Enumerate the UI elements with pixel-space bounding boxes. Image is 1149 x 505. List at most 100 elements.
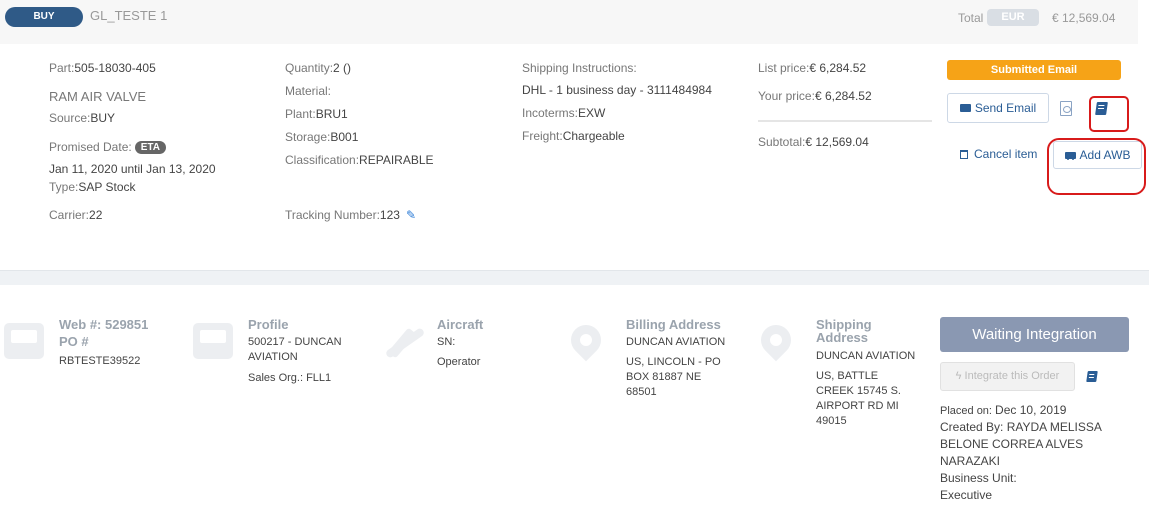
classification: Classification:REPAIRABLE bbox=[285, 153, 434, 167]
billing-line-2: US, LINCOLN - PO bbox=[626, 356, 721, 368]
highlight-box-book bbox=[1089, 96, 1129, 132]
send-email-button[interactable]: Send Email bbox=[947, 93, 1049, 123]
shipping-instructions-label: Shipping Instructions: bbox=[522, 61, 637, 75]
storage: Storage:B001 bbox=[285, 130, 358, 144]
carrier-label: Carrier: bbox=[49, 208, 90, 222]
buy-badge: BUY bbox=[5, 7, 83, 27]
airplane-icon bbox=[383, 323, 427, 361]
shipping-line-3: CREEK 15745 S. bbox=[816, 385, 901, 397]
quantity: Quantity:2 () bbox=[285, 61, 351, 75]
pdf-icon[interactable] bbox=[1060, 101, 1072, 116]
edit-pencil-icon[interactable]: ✎ bbox=[406, 208, 416, 222]
highlight-box-add-awb bbox=[1047, 138, 1146, 195]
created-by-line-3: NARAZAKI bbox=[940, 454, 1001, 468]
profile-title: Profile bbox=[248, 317, 289, 332]
shipping-instructions-value: DHL - 1 business day - 3111484984 bbox=[522, 83, 712, 97]
shipping-line-4: AIRPORT RD MI bbox=[816, 400, 899, 412]
placed-on-label: Placed on: bbox=[940, 405, 992, 417]
freight: Freight:Chargeable bbox=[522, 129, 625, 143]
billing-line-1: DUNCAN AVIATION bbox=[626, 336, 726, 348]
your-price-value: € 6,284.52 bbox=[814, 89, 872, 103]
type-value: SAP Stock bbox=[78, 180, 136, 194]
lightning-icon: ϟ bbox=[955, 370, 965, 382]
placed-on: Placed on: Dec 10, 2019 bbox=[940, 402, 1066, 419]
material-label: Material: bbox=[285, 84, 332, 98]
source: Source:BUY bbox=[49, 111, 115, 125]
aircraft-title: Aircraft bbox=[437, 317, 484, 332]
operator-label: Operator bbox=[437, 356, 481, 368]
shipping-line-1: DUNCAN AVIATION bbox=[816, 350, 916, 362]
incoterms-value: EXW bbox=[578, 106, 606, 120]
subtotal-label: Subtotal: bbox=[758, 135, 806, 149]
profile-line-2: AVIATION bbox=[248, 351, 298, 363]
business-unit-label: Business Unit: bbox=[940, 471, 1017, 485]
total-label: Total bbox=[958, 11, 984, 25]
status-badge: Submitted Email bbox=[947, 60, 1121, 80]
billing-line-3: BOX 81887 NE bbox=[626, 371, 702, 383]
item-header: BUY GL_TESTE 1 Total EUR € 12,569.04 bbox=[0, 0, 1138, 44]
type-label: Type: bbox=[49, 180, 79, 194]
currency-badge: EUR bbox=[987, 9, 1039, 26]
book-icon-order[interactable] bbox=[1086, 371, 1098, 382]
created-by-line-1: Created By: RAYDA MELISSA bbox=[940, 420, 1102, 434]
total-value: € 12,569.04 bbox=[1052, 11, 1116, 25]
tracking-value: 123 bbox=[379, 208, 400, 222]
quantity-label: Quantity: bbox=[285, 61, 334, 75]
placed-on-value: Dec 10, 2019 bbox=[995, 403, 1067, 417]
subtotal-value: € 12,569.04 bbox=[805, 135, 869, 149]
incoterms-label: Incoterms: bbox=[522, 106, 579, 120]
shipping-title-2: Address bbox=[816, 330, 869, 345]
trash-icon bbox=[960, 150, 968, 159]
quantity-value: 2 () bbox=[333, 61, 352, 75]
shipping-line-5: 49015 bbox=[816, 415, 847, 427]
carrier: Carrier:22 bbox=[49, 208, 102, 222]
plant-value: BRU1 bbox=[315, 107, 348, 121]
classification-label: Classification: bbox=[285, 153, 360, 167]
your-price-label: Your price: bbox=[758, 89, 815, 103]
po-label: PO # bbox=[59, 334, 89, 349]
cancel-item-link[interactable]: Cancel item bbox=[960, 147, 1037, 161]
freight-label: Freight: bbox=[522, 129, 563, 143]
inbox-icon bbox=[4, 323, 44, 359]
storage-value: B001 bbox=[330, 130, 359, 144]
integrate-order-button[interactable]: ϟ Integrate this Order bbox=[940, 362, 1075, 391]
section-separator bbox=[0, 270, 1149, 285]
sales-org: Sales Org.: FLL1 bbox=[248, 372, 332, 384]
envelope-icon bbox=[959, 104, 971, 112]
promised-date: Promised Date: ETA bbox=[49, 140, 166, 154]
billing-title: Billing Address bbox=[626, 317, 721, 332]
cancel-item-label: Cancel item bbox=[974, 147, 1038, 161]
sn-label: SN: bbox=[437, 336, 456, 348]
waiting-integration-button[interactable]: Waiting Integration bbox=[940, 317, 1129, 352]
price-divider bbox=[758, 120, 932, 122]
part-value: 505-18030-405 bbox=[74, 61, 156, 75]
incoterms: Incoterms:EXW bbox=[522, 106, 605, 120]
item-type: Type:SAP Stock bbox=[49, 180, 136, 194]
your-price: Your price:€ 6,284.52 bbox=[758, 89, 872, 103]
integrate-order-label: Integrate this Order bbox=[964, 370, 1060, 382]
list-price: List price:€ 6,284.52 bbox=[758, 61, 866, 75]
po-value: RBTESTE39522 bbox=[59, 355, 141, 367]
item-name: GL_TESTE 1 bbox=[90, 8, 168, 23]
shipping-line-2: US, BATTLE bbox=[816, 370, 879, 382]
list-price-label: List price: bbox=[758, 61, 810, 75]
inbox-icon-profile bbox=[193, 323, 233, 359]
send-email-label: Send Email bbox=[974, 101, 1037, 115]
created-by-line-2: BELONE CORREA ALVES bbox=[940, 437, 1084, 451]
list-price-value: € 6,284.52 bbox=[809, 61, 867, 75]
map-pin-icon bbox=[564, 318, 608, 362]
storage-label: Storage: bbox=[285, 130, 331, 144]
part-description: RAM AIR VALVE bbox=[49, 89, 147, 104]
plant: Plant:BRU1 bbox=[285, 107, 348, 121]
tracking-label: Tracking Number: bbox=[285, 208, 380, 222]
tracking-number: Tracking Number:123 ✎ bbox=[285, 208, 416, 222]
source-value: BUY bbox=[90, 111, 116, 125]
part-label: Part: bbox=[49, 61, 75, 75]
eta-badge: ETA bbox=[134, 141, 166, 154]
freight-value: Chargeable bbox=[562, 129, 625, 143]
carrier-value: 22 bbox=[89, 208, 103, 222]
part-number: Part:505-18030-405 bbox=[49, 61, 156, 75]
map-pin-icon-shipping bbox=[754, 318, 798, 362]
promised-date-label: Promised Date: bbox=[49, 140, 132, 154]
classification-value: REPAIRABLE bbox=[359, 153, 434, 167]
